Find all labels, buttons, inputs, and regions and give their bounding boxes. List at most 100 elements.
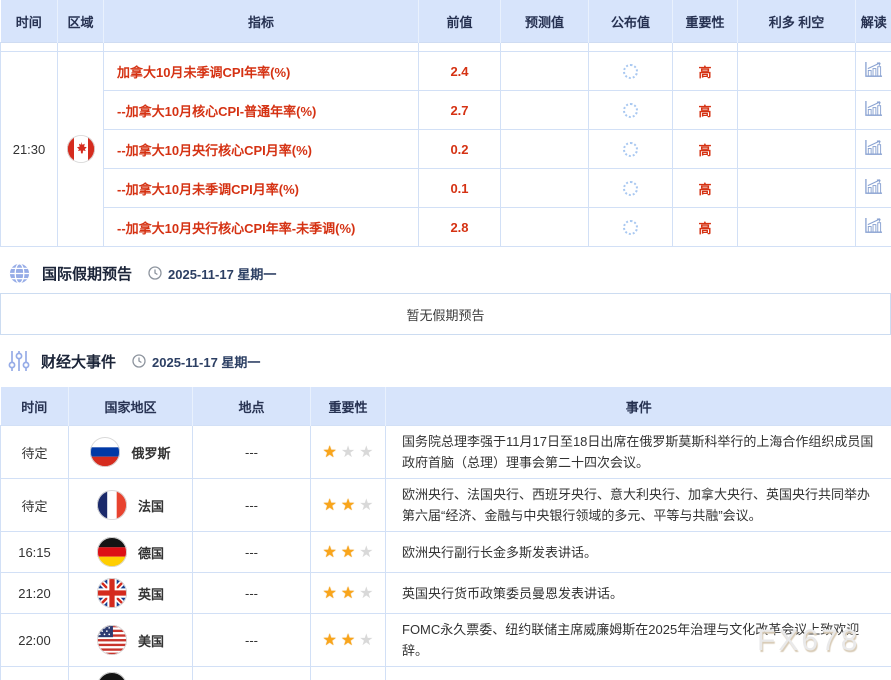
event-rows: 待定 俄罗斯 --- ★★★ 国务院总理李强于11月17日至18日出席在俄罗斯莫… (1, 426, 891, 680)
star-icon: ★ (359, 444, 373, 461)
importance-label: 高 (698, 104, 711, 119)
indicator-name: --加拿大10月央行核心CPI年率-未季调(%) (117, 221, 355, 236)
importance-label: 高 (698, 182, 711, 197)
event-description: FOMC永久票委、纽约联储主席威廉姆斯在2025年治理与文化改革会议上致欢迎辞。 (402, 622, 859, 658)
col-time: 时间 (1, 387, 69, 426)
events-section-title: 财经大事件 (41, 351, 116, 372)
previous-value: 2.8 (450, 220, 468, 235)
chart-interpret-icon[interactable] (863, 139, 884, 157)
star-icon: ★ (322, 497, 336, 514)
col-importance: 重要性 (673, 0, 738, 43)
holiday-section-title: 国际假期预告 (42, 263, 132, 284)
star-icon: ★ (359, 544, 373, 561)
star-icon: ★ (322, 544, 336, 561)
col-event: 事件 (386, 387, 891, 426)
holiday-empty-box: 暂无假期预告 (0, 293, 891, 335)
event-location: --- (245, 445, 258, 460)
event-location: --- (245, 498, 258, 513)
indicator-name: 加拿大10月未季调CPI年率(%) (117, 65, 290, 80)
star-icon: ★ (341, 544, 355, 561)
loading-spinner-icon (623, 181, 638, 196)
chart-interpret-icon[interactable] (863, 100, 884, 118)
col-time: 时间 (1, 0, 58, 43)
holiday-date-label: 2025-11-17 星期一 (168, 264, 276, 283)
event-time: 待定 (21, 446, 47, 461)
importance-label: 高 (698, 143, 711, 158)
importance-label: 高 (698, 65, 711, 80)
col-bias: 利多 利空 (738, 0, 856, 43)
event-time: 待定 (21, 499, 47, 514)
economic-calendar-page: 时间 区域 指标 前值 预测值 公布值 重要性 利多 利空 解读 21:30 加… (0, 0, 891, 680)
calendar-rows: 21:30 加拿大10月未季调CPI年率(%) 2.4 高 (1, 43, 891, 247)
col-country: 国家地区 (69, 387, 193, 426)
event-description: 英国央行货币政策委员曼恩发表讲话。 (402, 586, 623, 601)
loading-spinner-icon (623, 103, 638, 118)
country-name: 德国 (138, 543, 164, 562)
clock-icon (148, 266, 162, 280)
star-icon: ★ (359, 632, 373, 649)
event-location: --- (245, 586, 258, 601)
events-table-header: 时间 国家地区 地点 重要性 事件 (1, 387, 891, 426)
events-date-label: 2025-11-17 星期一 (152, 352, 260, 371)
col-location: 地点 (193, 387, 311, 426)
indicator-name: --加拿大10月央行核心CPI月率(%) (117, 143, 312, 158)
globe-icon (8, 262, 31, 285)
star-icon: ★ (322, 444, 336, 461)
events-table: 时间 国家地区 地点 重要性 事件 待定 俄罗斯 --- ★★★ 国务院总理李强… (0, 387, 891, 680)
star-icon: ★ (322, 585, 336, 602)
previous-value: 0.2 (450, 142, 468, 157)
col-published: 公布值 (589, 0, 673, 43)
event-row: 待定 法国 --- ★★★ 欧洲央行、法国央行、西班牙央行、意大利央行、加拿大央… (1, 479, 891, 532)
star-icon: ★ (341, 632, 355, 649)
chart-interpret-icon[interactable] (863, 217, 884, 235)
indicator-table-header: 时间 区域 指标 前值 预测值 公布值 重要性 利多 利空 解读 (1, 0, 891, 43)
star-icon: ★ (341, 497, 355, 514)
col-previous: 前值 (419, 0, 501, 43)
country-name: 美国 (138, 631, 164, 650)
russia-flag-icon (90, 437, 120, 467)
event-location: --- (245, 633, 258, 648)
event-time: 22:00 (18, 633, 51, 648)
country-name: 英国 (138, 584, 164, 603)
country-name: 俄罗斯 (131, 443, 170, 462)
sliders-icon (8, 349, 30, 373)
indicator-row: --加拿大10月未季调CPI月率(%) 0.1 高 (1, 169, 891, 208)
col-forecast: 预测值 (501, 0, 589, 43)
event-row: 待定 俄罗斯 --- ★★★ 国务院总理李强于11月17日至18日出席在俄罗斯莫… (1, 426, 891, 479)
event-row: 21:20 英国 --- ★★★ 英国央行货币政策委员曼恩发表讲话。 (1, 573, 891, 614)
previous-value: 2.4 (450, 64, 468, 79)
indicator-row: --加拿大10月央行核心CPI年率-未季调(%) 2.8 高 (1, 208, 891, 247)
chart-interpret-icon[interactable] (863, 61, 884, 79)
indicator-row: 21:30 加拿大10月未季调CPI年率(%) 2.4 高 (1, 52, 891, 91)
event-row: 22:45 德国 --- ★★★ 欧洲央行首席经济学家连恩发表讲话。 (1, 667, 891, 680)
release-time: 21:30 (13, 142, 46, 157)
events-date: 2025-11-17 星期一 (132, 352, 260, 371)
importance-stars: ★★★ (320, 498, 375, 513)
loading-spinner-icon (623, 64, 638, 79)
canada-flag-icon (59, 135, 102, 163)
star-icon: ★ (322, 632, 336, 649)
france-flag-icon (97, 490, 127, 520)
loading-spinner-icon (623, 220, 638, 235)
previous-value: 0.1 (450, 181, 468, 196)
star-icon: ★ (359, 585, 373, 602)
importance-label: 高 (698, 221, 711, 236)
star-icon: ★ (341, 585, 355, 602)
event-location: --- (245, 545, 258, 560)
col-importance: 重要性 (311, 387, 386, 426)
indicator-name: --加拿大10月核心CPI-普通年率(%) (117, 104, 316, 119)
importance-stars: ★★★ (320, 545, 375, 560)
usa-flag-icon (97, 625, 127, 655)
holiday-date: 2025-11-17 星期一 (148, 264, 276, 283)
event-row: 16:15 德国 --- ★★★ 欧洲央行副行长金多斯发表讲话。 (1, 532, 891, 573)
germany-flag-icon (97, 672, 127, 680)
events-section-header: 财经大事件 2025-11-17 星期一 (8, 349, 891, 373)
germany-flag-icon (97, 537, 127, 567)
chart-interpret-icon[interactable] (863, 178, 884, 196)
clipped-row (1, 43, 891, 52)
col-region: 区域 (58, 0, 104, 43)
importance-stars: ★★★ (320, 633, 375, 648)
country-name: 法国 (138, 496, 164, 515)
indicator-name: --加拿大10月未季调CPI月率(%) (117, 182, 299, 197)
event-time: 16:15 (18, 545, 51, 560)
